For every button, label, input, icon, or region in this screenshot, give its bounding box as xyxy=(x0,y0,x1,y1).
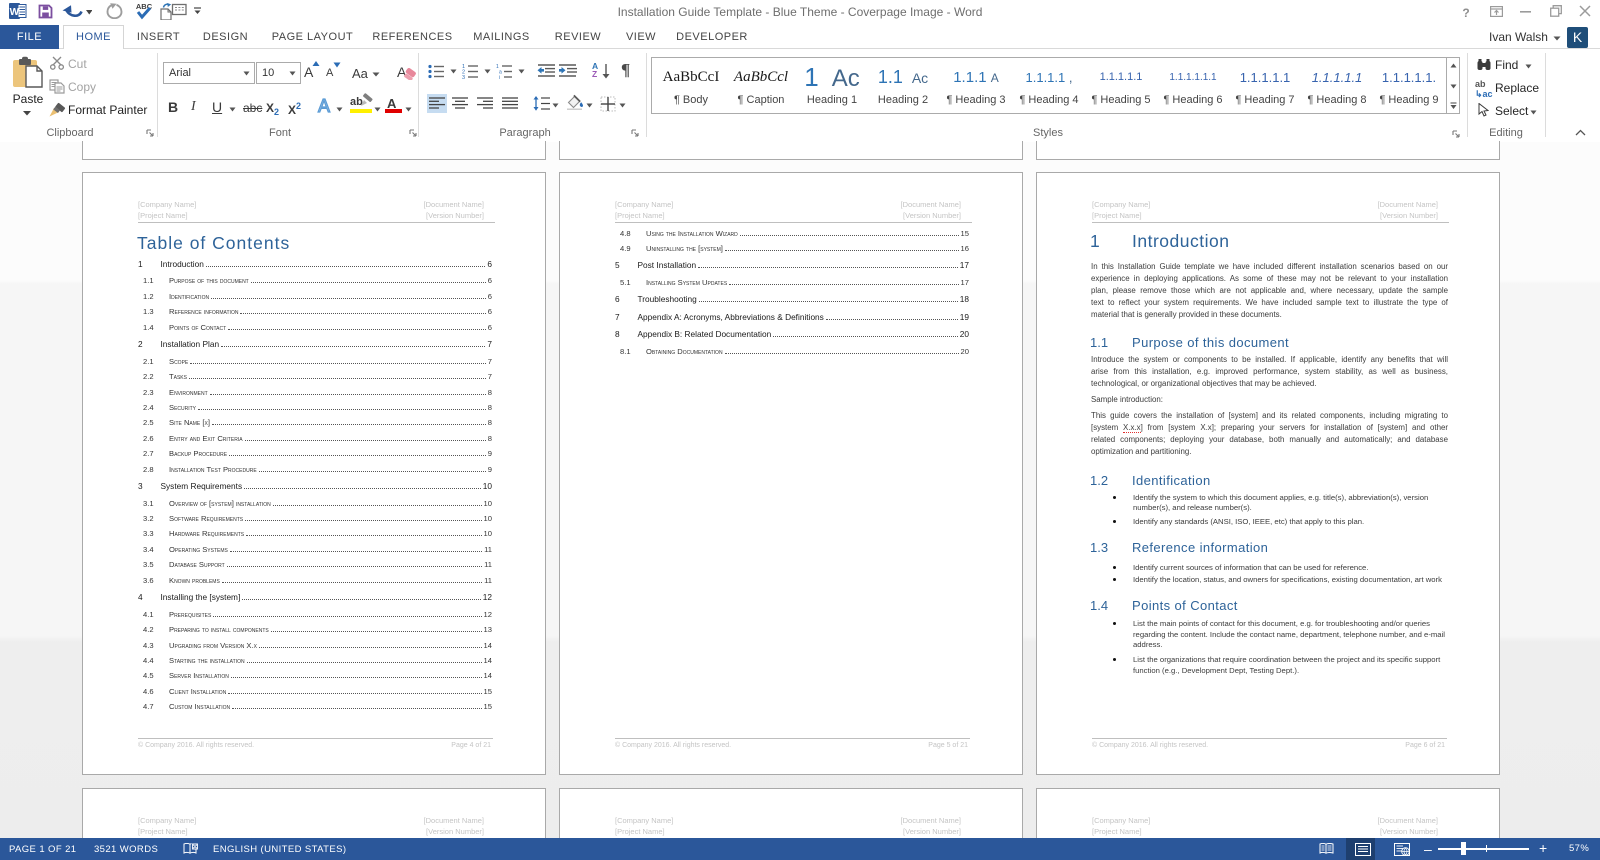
svg-text:?: ? xyxy=(1462,6,1469,19)
svg-text:3: 3 xyxy=(462,75,465,79)
svg-text:i: i xyxy=(499,75,500,79)
